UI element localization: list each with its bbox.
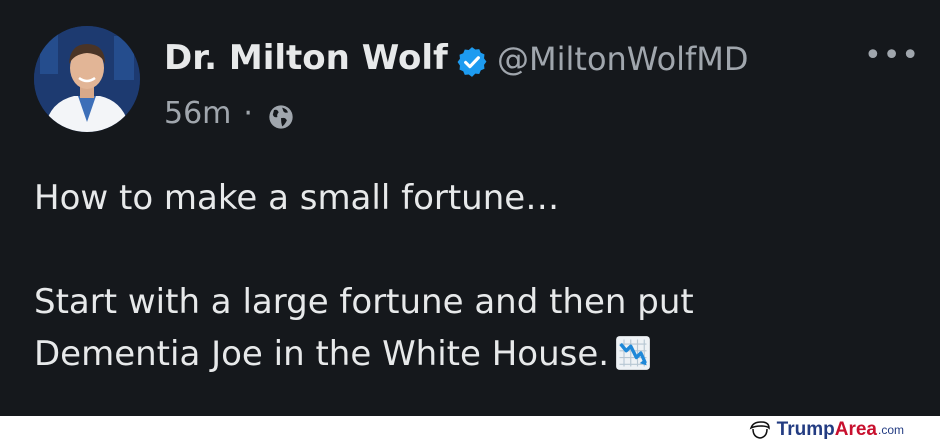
tweet-line-with-emoji: Dementia Joe in the White House.: [34, 328, 894, 380]
meta-separator: ·: [243, 96, 253, 131]
verified-badge-icon: [457, 47, 487, 77]
timestamp[interactable]: 56m: [164, 96, 231, 131]
tweet-line: How to make a small fortune…: [34, 178, 560, 218]
brand-logo[interactable]: Trump Area .com: [749, 419, 904, 441]
tweet-line: Dementia Joe in the White House.: [34, 334, 610, 374]
trump-hair-icon: [749, 421, 770, 439]
tweet-text: How to make a small fortune… Start with …: [34, 172, 894, 380]
brand-suffix: .com: [877, 423, 904, 437]
tweet-line: Start with a large fortune and then put: [34, 282, 694, 322]
watermark-bar: Trump Area .com: [0, 416, 940, 441]
author-name[interactable]: Dr. Milton Wolf: [164, 38, 448, 78]
avatar[interactable]: [34, 26, 140, 132]
globe-icon: [269, 105, 293, 129]
tweet-card: Dr. Milton Wolf @MiltonWolfMD ••• 56m · H…: [0, 0, 940, 416]
tweet-meta: 56m ·: [164, 96, 263, 131]
author-handle[interactable]: @MiltonWolfMD: [497, 40, 749, 78]
chart-decreasing-icon: [616, 336, 650, 370]
brand-name-part2: Area: [834, 419, 877, 440]
brand-name-part1: Trump: [776, 419, 835, 440]
more-options-icon[interactable]: •••: [864, 38, 920, 73]
